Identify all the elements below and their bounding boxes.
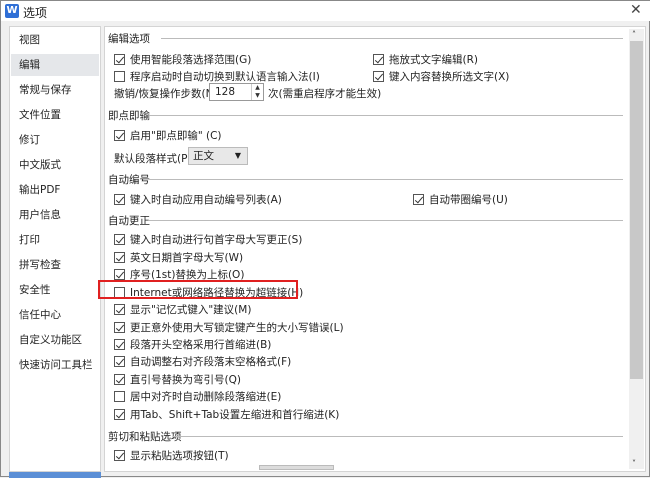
sidebar-item[interactable]: 信任中心: [11, 304, 99, 326]
sidebar-item[interactable]: 编辑: [11, 54, 99, 76]
sidebar-item[interactable]: 自定义功能区: [11, 329, 99, 351]
horizontal-scroll-thumb[interactable]: [259, 465, 334, 470]
close-icon[interactable]: ✕: [630, 2, 642, 18]
group-paste: 剪切和粘贴选项: [108, 431, 182, 443]
highlight-box: [98, 280, 298, 299]
auto-ime-checkbox[interactable]: 程序启动时自动切换到默认语言输入法(I): [114, 69, 320, 84]
sidebar-item[interactable]: 安全性: [11, 279, 99, 301]
title-bar: [1, 1, 650, 21]
sidebar-item[interactable]: 修订: [11, 129, 99, 151]
undo-note: 次(需重启程序才能生效): [268, 88, 382, 100]
scroll-up-icon[interactable]: ˄: [632, 30, 636, 39]
sidebar: 视图编辑常规与保存文件位置修订中文版式输出PDF 用户信息打印拼写检查安全性信任中…: [9, 26, 101, 472]
spinner-arrows-icon[interactable]: ▲ ▼: [251, 84, 263, 100]
autocorrect-checkbox[interactable]: 段落开头空格采用行首缩进(B): [114, 337, 271, 352]
default-style-label: 默认段落样式(P):: [114, 153, 196, 165]
autocorrect-checkbox[interactable]: 自动调整右对齐段落末空格格式(F): [114, 354, 291, 369]
click-type-checkbox[interactable]: 启用"即点即输" (C): [114, 128, 222, 143]
sidebar-item[interactable]: 打印: [11, 229, 99, 251]
autocorrect-checkbox[interactable]: 更正意外使用大写锁定键产生的大小写错误(L): [114, 320, 344, 335]
autocorrect-checkbox[interactable]: 居中对齐时自动删除段落缩进(E): [114, 389, 281, 404]
default-style-select[interactable]: 正文 ▼: [188, 147, 248, 165]
autocorrect-checkbox[interactable]: 英文日期首字母大写(W): [114, 250, 243, 265]
auto-circle-number-checkbox[interactable]: 自动带圈编号(U): [413, 192, 508, 207]
sidebar-item[interactable]: 常规与保存: [11, 79, 99, 101]
sidebar-item[interactable]: 输出PDF: [11, 179, 99, 201]
group-autocorrect: 自动更正: [108, 215, 150, 227]
chevron-down-icon: ▼: [234, 151, 241, 160]
drag-edit-checkbox[interactable]: 拖放式文字编辑(R): [373, 52, 478, 67]
scroll-down-icon[interactable]: ˅: [632, 459, 636, 468]
undo-steps-label: 撤销/恢复操作步数(N):: [114, 88, 222, 100]
autocorrect-checkbox[interactable]: 直引号替换为弯引号(Q): [114, 372, 241, 387]
wps-logo-icon: W: [5, 4, 19, 18]
autocorrect-checkbox[interactable]: 显示"记忆式键入"建议(M): [114, 302, 251, 317]
auto-number-list-checkbox[interactable]: 键入时自动应用自动编号列表(A): [114, 192, 282, 207]
sidebar-item[interactable]: 视图: [11, 29, 99, 51]
window-title: 选项: [23, 6, 48, 20]
sidebar-item[interactable]: 拼写检查: [11, 254, 99, 276]
group-auto-number: 自动编号: [108, 174, 150, 186]
smart-select-checkbox[interactable]: 使用智能段落选择范围(G): [114, 52, 251, 67]
autocorrect-checkbox[interactable]: 用Tab、Shift+Tab设置左缩进和首行缩进(K): [114, 407, 339, 422]
group-edit-options: 编辑选项: [108, 33, 150, 45]
sidebar-item[interactable]: 中文版式: [11, 154, 99, 176]
sidebar-item[interactable]: 用户信息: [11, 204, 99, 226]
autocorrect-checkbox[interactable]: 键入时自动进行句首字母大写更正(S): [114, 232, 302, 247]
replace-selection-checkbox[interactable]: 键入内容替换所选文字(X): [373, 69, 509, 84]
sidebar-item[interactable]: 快速访问工具栏: [11, 354, 99, 376]
sidebar-bottom-bar: [9, 472, 101, 478]
group-click-type: 即点即输: [108, 110, 150, 122]
show-paste-button-checkbox[interactable]: 显示粘贴选项按钮(T): [114, 448, 229, 463]
scrollbar-thumb[interactable]: [630, 41, 643, 379]
sidebar-item[interactable]: 文件位置: [11, 104, 99, 126]
